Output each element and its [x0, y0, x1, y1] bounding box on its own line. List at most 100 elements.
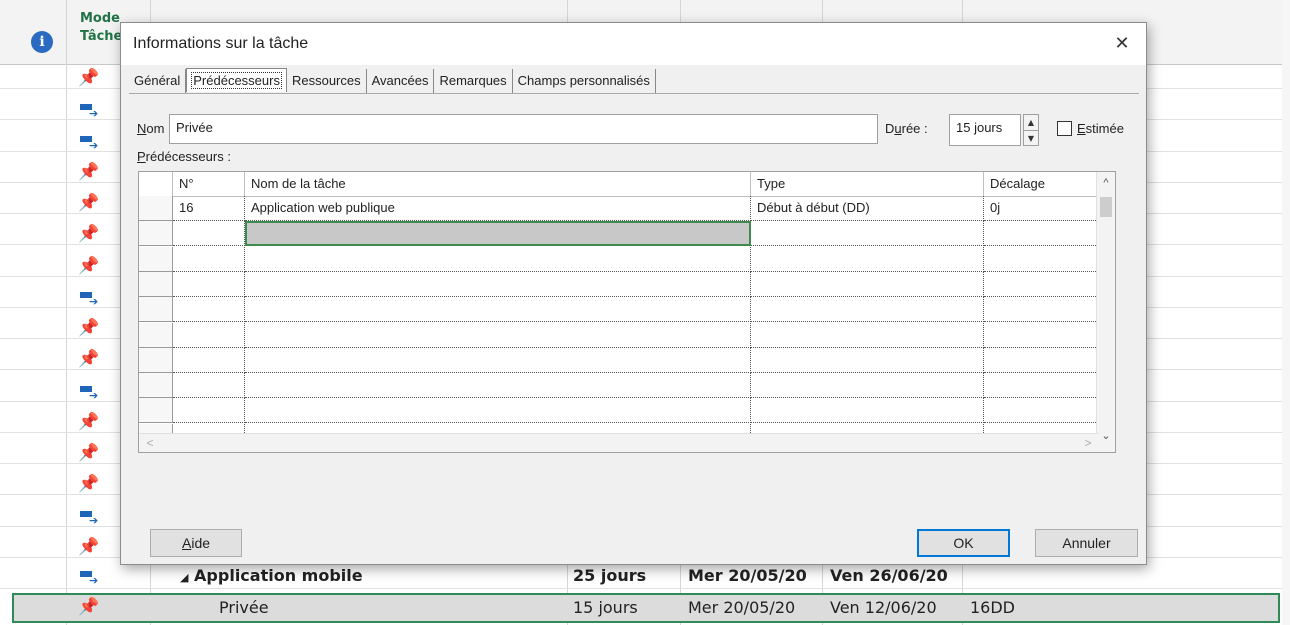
- estimated-checkbox[interactable]: [1057, 121, 1072, 136]
- task-predecessors: 16DD: [970, 598, 1015, 617]
- grid-row[interactable]: [139, 221, 1109, 247]
- divider: [66, 0, 67, 625]
- grid-cell-name[interactable]: [245, 373, 751, 399]
- grid-cell-type[interactable]: [751, 398, 984, 424]
- column-header-type[interactable]: Type: [751, 172, 984, 196]
- table-row[interactable]: ➔ ◢ Application mobile 25 jours Mer 20/0…: [0, 564, 1282, 589]
- tab-predecessors[interactable]: Prédécesseurs: [186, 68, 287, 92]
- grid-cell-num[interactable]: [173, 398, 245, 424]
- grid-cell-num[interactable]: [173, 322, 245, 348]
- row-selector[interactable]: [139, 271, 173, 297]
- select-all-corner[interactable]: [139, 172, 173, 196]
- dialog-title: Informations sur la tâche: [133, 35, 309, 52]
- grid-cell-lag[interactable]: [984, 373, 1108, 399]
- row-selector[interactable]: [139, 196, 173, 221]
- tab-general[interactable]: Général: [129, 69, 187, 93]
- scroll-right-icon[interactable]: >: [1079, 434, 1097, 452]
- grid-cell-num[interactable]: [173, 297, 245, 323]
- grid-cell-lag[interactable]: [984, 246, 1108, 272]
- stepper-down-icon[interactable]: ▼: [1024, 131, 1038, 146]
- cancel-button[interactable]: Annuler: [1035, 529, 1138, 557]
- scroll-thumb[interactable]: [1100, 197, 1112, 217]
- grid-row[interactable]: [139, 271, 1109, 297]
- grid-cell-name[interactable]: [245, 221, 751, 247]
- selected-table-row[interactable]: 📌 Privée 15 jours Mer 20/05/20 Ven 12/06…: [12, 593, 1280, 623]
- grid-cell-type[interactable]: Début à début (DD): [751, 196, 984, 221]
- close-icon[interactable]: ✕: [1106, 28, 1138, 60]
- dialog-titlebar[interactable]: Informations sur la tâche ✕: [121, 23, 1146, 65]
- row-selector[interactable]: [139, 322, 173, 348]
- grid-cell-type[interactable]: [751, 297, 984, 323]
- horizontal-scrollbar[interactable]: < >: [139, 433, 1099, 452]
- grid-cell-num[interactable]: 16: [173, 196, 245, 221]
- stepper-up-icon[interactable]: ▲: [1024, 115, 1038, 131]
- manually-scheduled-task-icon: 📌: [78, 411, 100, 432]
- grid-row[interactable]: [139, 297, 1109, 323]
- tab-custom-fields[interactable]: Champs personnalisés: [513, 69, 656, 93]
- task-duration: 15 jours: [573, 598, 638, 617]
- grid-row[interactable]: [139, 347, 1109, 373]
- grid-cell-name[interactable]: Application web publique: [245, 196, 751, 221]
- grid-cell-lag[interactable]: [984, 347, 1108, 373]
- row-selector[interactable]: [139, 373, 173, 399]
- row-selector[interactable]: [139, 398, 173, 424]
- auto-scheduled-task-icon: ➔: [78, 382, 100, 402]
- grid-cell-type[interactable]: [751, 246, 984, 272]
- tab-resources[interactable]: Ressources: [287, 69, 367, 93]
- tab-advanced[interactable]: Avancées: [367, 69, 435, 93]
- scroll-up-icon[interactable]: ^: [1097, 174, 1115, 192]
- grid-cell-num[interactable]: [173, 221, 245, 247]
- grid-cell-lag[interactable]: [984, 398, 1108, 424]
- grid-cell-type[interactable]: [751, 221, 984, 247]
- grid-cell-type[interactable]: [751, 347, 984, 373]
- row-selector[interactable]: [139, 221, 173, 247]
- header-line1: Mode: [80, 11, 120, 26]
- grid-cell-name[interactable]: [245, 398, 751, 424]
- column-header-lag[interactable]: Décalage: [984, 172, 1108, 196]
- grid-cell-lag[interactable]: [984, 297, 1108, 323]
- grid-cell-lag[interactable]: [984, 322, 1108, 348]
- tab-strip: Général Prédécesseurs Ressources Avancée…: [129, 68, 656, 93]
- row-selector[interactable]: [139, 297, 173, 323]
- ok-button[interactable]: OK: [917, 529, 1010, 557]
- name-field[interactable]: Privée: [169, 114, 878, 144]
- grid-cell-num[interactable]: [173, 246, 245, 272]
- grid-cell-num[interactable]: [173, 347, 245, 373]
- duration-field[interactable]: 15 jours: [949, 114, 1021, 146]
- grid-cell-name[interactable]: [245, 271, 751, 297]
- grid-cell-name[interactable]: [245, 347, 751, 373]
- grid-row[interactable]: [139, 246, 1109, 272]
- scroll-left-icon[interactable]: <: [141, 434, 159, 452]
- grid-cell-lag[interactable]: [984, 271, 1108, 297]
- task-mode-column-header[interactable]: Mode Tâche: [80, 10, 122, 46]
- grid-cell-lag[interactable]: 0j: [984, 196, 1108, 221]
- grid-row[interactable]: [139, 373, 1109, 399]
- row-selector[interactable]: [139, 246, 173, 272]
- manually-scheduled-task-icon: 📌: [78, 349, 100, 370]
- grid-cell-lag[interactable]: [984, 221, 1108, 247]
- row-selector[interactable]: [139, 347, 173, 373]
- grid-cell-name[interactable]: [245, 246, 751, 272]
- manually-scheduled-task-icon: 📌: [78, 255, 100, 276]
- column-header-id[interactable]: N°: [173, 172, 245, 196]
- manually-scheduled-task-icon: 📌: [78, 443, 100, 463]
- grid-cell-num[interactable]: [173, 373, 245, 399]
- grid-cell-name[interactable]: [245, 322, 751, 348]
- grid-cell-num[interactable]: [173, 271, 245, 297]
- grid-cell-type[interactable]: [751, 373, 984, 399]
- grid-cell-type[interactable]: [751, 271, 984, 297]
- grid-row[interactable]: 16 Application web publique Début à début …: [139, 196, 1109, 221]
- duration-stepper[interactable]: ▲ ▼: [1023, 114, 1039, 146]
- scroll-down-icon[interactable]: ⌄: [1097, 427, 1115, 445]
- predecessors-label: Prédécesseurs :: [137, 149, 231, 164]
- tab-notes[interactable]: Remarques: [434, 69, 513, 93]
- grid-row[interactable]: [139, 322, 1109, 348]
- grid-cell-type[interactable]: [751, 322, 984, 348]
- grid-row[interactable]: [139, 398, 1109, 424]
- vertical-scrollbar[interactable]: ^ ⌄: [1096, 172, 1115, 452]
- header-line2: Tâche: [80, 29, 123, 44]
- auto-scheduled-task-icon: ➔: [78, 100, 100, 120]
- column-header-task-name[interactable]: Nom de la tâche: [245, 172, 751, 196]
- grid-cell-name[interactable]: [245, 297, 751, 323]
- help-button[interactable]: Aide: [150, 529, 242, 557]
